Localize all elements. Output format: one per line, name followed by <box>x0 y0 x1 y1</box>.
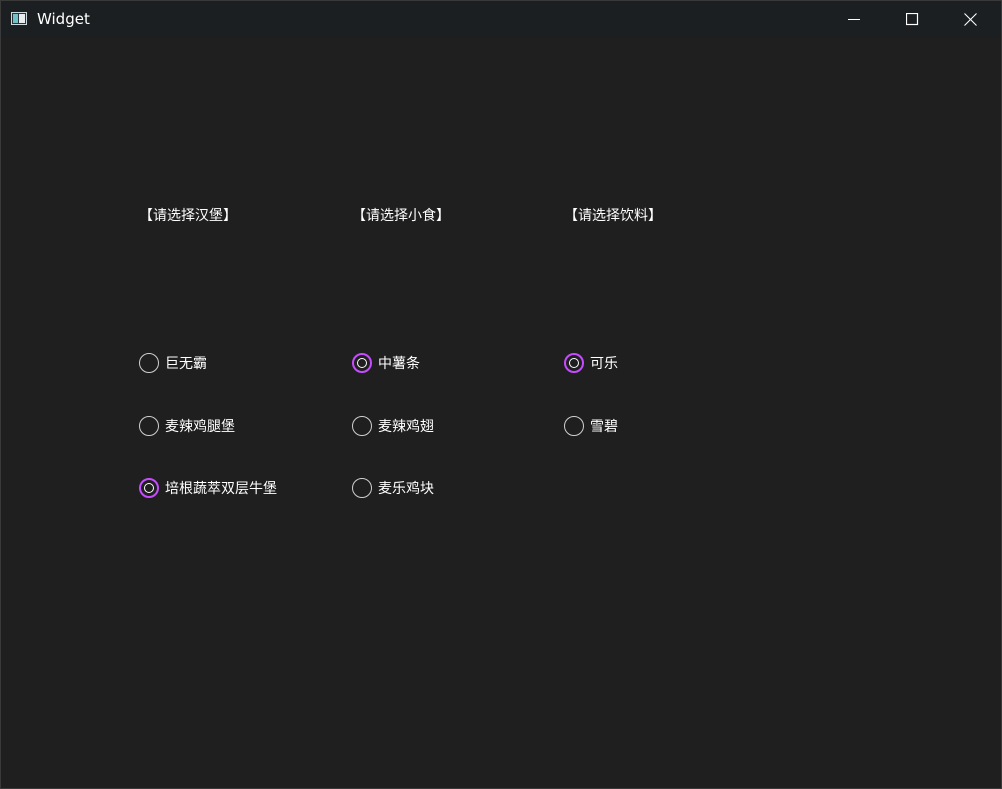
close-button[interactable] <box>942 1 1000 38</box>
minimize-icon <box>848 19 860 20</box>
radio-label[interactable]: 麦乐鸡块 <box>378 478 434 498</box>
window-app-icon <box>11 12 27 25</box>
radio-drink-sprite[interactable]: 雪碧 <box>564 415 618 437</box>
radio-label[interactable]: 培根蔬萃双层牛堡 <box>165 478 277 498</box>
title-bar[interactable]: Widget <box>1 1 1001 38</box>
radio-label[interactable]: 雪碧 <box>590 416 618 436</box>
radio-label[interactable]: 麦辣鸡腿堡 <box>165 416 235 436</box>
radio-label[interactable]: 巨无霸 <box>165 353 207 373</box>
radio-indicator[interactable] <box>564 353 584 373</box>
radio-snack-fries[interactable]: 中薯条 <box>352 352 420 374</box>
radio-indicator[interactable] <box>139 353 159 373</box>
maximize-button[interactable] <box>884 1 942 38</box>
radio-label[interactable]: 麦辣鸡翅 <box>378 416 434 436</box>
radio-indicator[interactable] <box>564 416 584 436</box>
radio-burger-bacon-double[interactable]: 培根蔬萃双层牛堡 <box>139 477 277 499</box>
radio-burger-spicy-chicken[interactable]: 麦辣鸡腿堡 <box>139 415 235 437</box>
radio-indicator[interactable] <box>352 353 372 373</box>
window-title: Widget <box>37 10 90 28</box>
close-icon <box>964 13 977 26</box>
radio-label[interactable]: 可乐 <box>590 353 618 373</box>
radio-indicator[interactable] <box>139 416 159 436</box>
radio-drink-cola[interactable]: 可乐 <box>564 352 618 374</box>
app-window: Widget 【请选择汉堡】 巨无霸 麦辣鸡腿堡 培根蔬萃双层牛堡 【请选择小食… <box>0 0 1002 789</box>
radio-label[interactable]: 中薯条 <box>378 353 420 373</box>
radio-indicator[interactable] <box>352 478 372 498</box>
radio-indicator[interactable] <box>352 416 372 436</box>
snack-group-label: 【请选择小食】 <box>352 208 450 224</box>
radio-snack-nuggets[interactable]: 麦乐鸡块 <box>352 477 434 499</box>
maximize-icon <box>906 13 919 26</box>
radio-snack-wings[interactable]: 麦辣鸡翅 <box>352 415 434 437</box>
burger-group-label: 【请选择汉堡】 <box>139 208 237 224</box>
minimize-button[interactable] <box>826 1 884 38</box>
radio-burger-big-mac[interactable]: 巨无霸 <box>139 352 207 374</box>
drink-group-label: 【请选择饮料】 <box>564 208 662 224</box>
radio-indicator[interactable] <box>139 478 159 498</box>
